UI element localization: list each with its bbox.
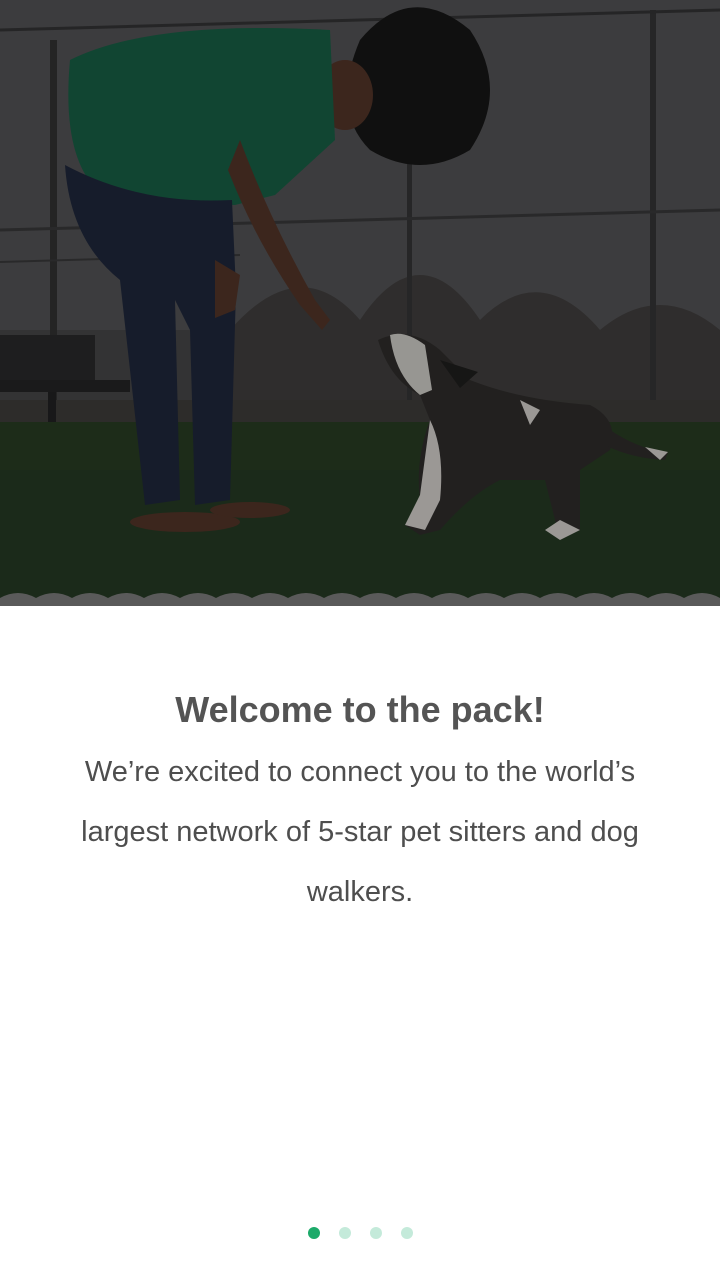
welcome-text-block: Welcome to the pack! We’re excited to co… [0,684,720,922]
welcome-title: Welcome to the pack! [175,689,545,730]
page-dot-2[interactable] [338,1227,351,1239]
page-dot-4[interactable] [400,1227,413,1239]
page-dot-1[interactable] [307,1227,320,1239]
page-dot-3[interactable] [369,1227,382,1239]
onboarding-screen: Welcome to the pack! We’re excited to co… [0,0,720,1280]
welcome-body: We’re excited to connect you to the worl… [81,756,639,908]
page-indicator [0,1227,720,1243]
hero-image [0,0,720,606]
hero-photo [0,0,720,606]
